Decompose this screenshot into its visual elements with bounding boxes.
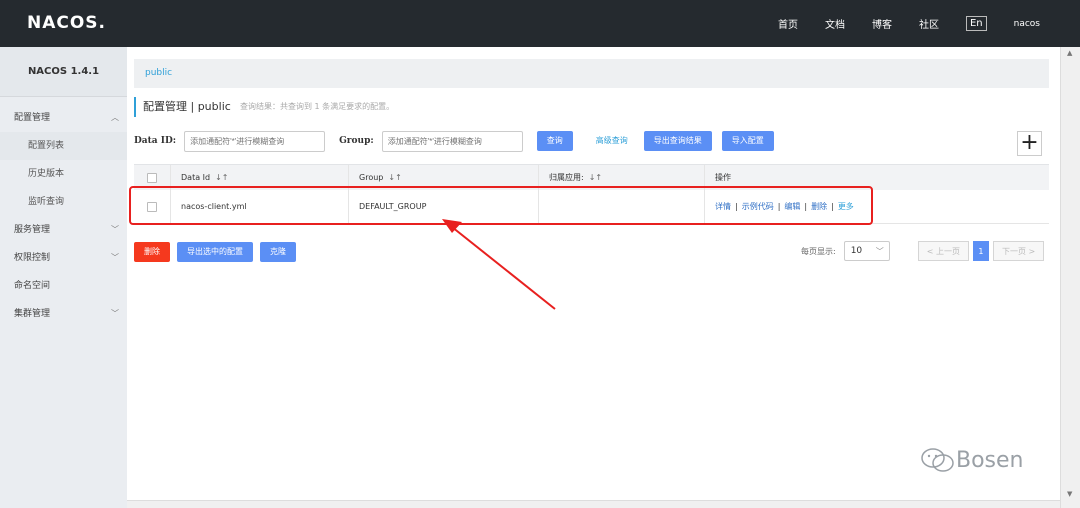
scroll-up-icon[interactable]: ▲: [1067, 49, 1072, 57]
page-number-current[interactable]: 1: [972, 241, 989, 261]
annotation-highlight-box: [129, 186, 873, 225]
chevron-down-icon: ﹀: [111, 225, 119, 234]
sort-icon[interactable]: ↓↑: [215, 173, 228, 182]
chevron-down-icon: ﹀: [111, 253, 119, 262]
bulk-actions: 删除 导出选中的配置 克隆: [134, 242, 296, 262]
export-query-button[interactable]: 导出查询结果: [643, 131, 712, 151]
namespace-public-link[interactable]: public: [145, 68, 172, 78]
sidebar: NACOS 1.4.1 配置管理 ︿ 配置列表 历史版本 监听查询 服务管理 ﹀…: [0, 47, 127, 508]
nav-docs[interactable]: 文档: [825, 16, 845, 31]
page-size-select[interactable]: 10 ﹀: [843, 241, 890, 261]
dataid-label: Data ID:: [134, 136, 177, 146]
query-result-hint: 查询结果：共查询到 1 条满足要求的配置。: [240, 102, 395, 111]
page-header: 配置管理 | public 查询结果：共查询到 1 条满足要求的配置。: [134, 97, 394, 117]
filter-bar: Data ID: Group: 查询 高级查询 导出查询结果 导入配置: [134, 130, 774, 152]
next-page-button[interactable]: 下一页 >: [992, 241, 1045, 261]
chevron-down-icon: ﹀: [111, 309, 119, 318]
export-selected-button[interactable]: 导出选中的配置: [177, 242, 253, 262]
import-config-button[interactable]: 导入配置: [721, 131, 774, 151]
nav-blog[interactable]: 博客: [872, 16, 892, 31]
wechat-icon: [921, 448, 954, 472]
language-toggle[interactable]: En: [965, 16, 987, 31]
dataid-input[interactable]: [184, 130, 326, 152]
sidebar-title: NACOS 1.4.1: [0, 47, 127, 97]
advanced-query-button[interactable]: 高级查询: [586, 131, 638, 151]
watermark-text: Bosen: [956, 447, 1024, 473]
select-all-checkbox[interactable]: [147, 172, 157, 183]
nacos-logo[interactable]: NACOS.: [27, 13, 106, 33]
sort-icon[interactable]: ↓↑: [388, 173, 401, 182]
page-title: 配置管理 | public: [143, 100, 231, 113]
sidebar-item-history[interactable]: 历史版本: [0, 160, 127, 188]
horizontal-scrollbar[interactable]: [127, 500, 1060, 508]
add-config-button[interactable]: +: [1017, 131, 1042, 156]
nav-community[interactable]: 社区: [919, 16, 939, 31]
nav-home[interactable]: 首页: [778, 16, 798, 31]
prev-page-button[interactable]: < 上一页: [917, 241, 969, 261]
main-content: public 配置管理 | public 查询结果：共查询到 1 条满足要求的配…: [127, 47, 1060, 500]
sort-icon[interactable]: ↓↑: [589, 173, 602, 182]
chevron-down-icon: ﹀: [875, 246, 884, 256]
sidebar-item-config-management[interactable]: 配置管理 ︿: [0, 104, 127, 132]
sidebar-item-cluster-management[interactable]: 集群管理 ﹀: [0, 300, 127, 328]
pagination: 每页显示: 10 ﹀ < 上一页 1 下一页 >: [801, 241, 1045, 261]
chevron-up-icon: ︿: [111, 113, 119, 122]
bulk-delete-button[interactable]: 删除: [134, 242, 170, 262]
scroll-down-icon[interactable]: ▼: [1067, 490, 1072, 498]
page-size-label: 每页显示:: [801, 246, 836, 256]
vertical-scrollbar[interactable]: ▲ ▼: [1060, 47, 1080, 508]
top-nav: 首页 文档 博客 社区 En nacos: [751, 0, 1040, 47]
sidebar-item-listener-query[interactable]: 监听查询: [0, 188, 127, 216]
clone-button[interactable]: 克隆: [260, 242, 296, 262]
sidebar-item-access-control[interactable]: 权限控制 ﹀: [0, 244, 127, 272]
sidebar-item-namespace[interactable]: 命名空间: [0, 272, 127, 300]
sidebar-item-config-list[interactable]: 配置列表: [0, 132, 127, 160]
group-input[interactable]: [381, 130, 523, 152]
top-navbar: NACOS. 首页 文档 博客 社区 En nacos: [0, 0, 1080, 47]
namespace-bar: public: [134, 59, 1049, 88]
query-button[interactable]: 查询: [536, 131, 573, 151]
user-menu[interactable]: nacos: [1014, 19, 1040, 29]
sidebar-item-service-management[interactable]: 服务管理 ﹀: [0, 216, 127, 244]
group-label: Group:: [339, 136, 374, 146]
watermark: Bosen: [920, 447, 1024, 473]
